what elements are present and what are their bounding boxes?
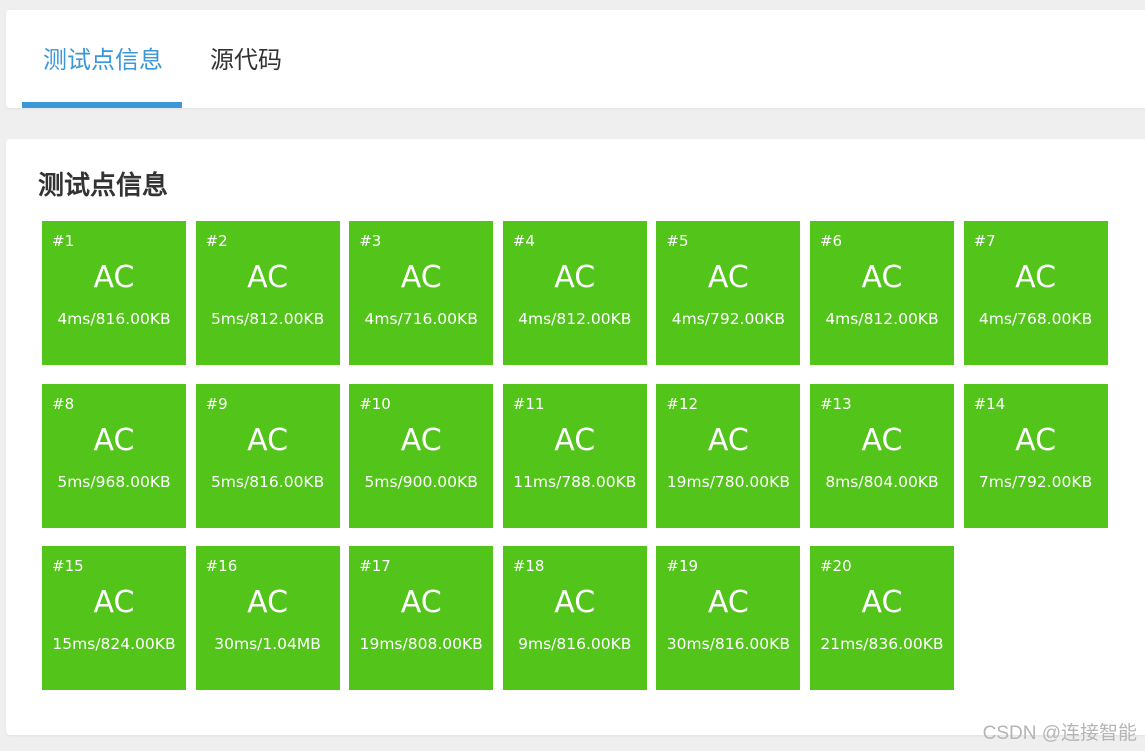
testcase-status: AC — [707, 260, 749, 295]
watermark: CSDN @连接智能 — [982, 723, 1137, 744]
testcase-status: AC — [247, 260, 289, 295]
testcase-status: AC — [247, 422, 289, 458]
testcase-cell[interactable]: #13 AC 8ms/804.00KB — [809, 383, 954, 528]
testcase-id: #18 — [512, 557, 545, 575]
testcase-id: #13 — [819, 394, 852, 413]
tab-bar: 测试点信息 源代码 — [6, 10, 1145, 108]
tab-source-code[interactable]: 源代码 — [210, 10, 282, 108]
testcase-cell[interactable]: #14 AC 7ms/792.00KB — [963, 383, 1108, 528]
testcase-cell[interactable]: #6 AC 4ms/812.00KB — [809, 221, 954, 365]
section-title: 测试点信息 — [38, 171, 169, 201]
testcase-time-memory: 8ms/804.00KB — [825, 472, 939, 491]
testcase-status: AC — [707, 585, 749, 620]
testcase-cell[interactable]: #18 AC 9ms/816.00KB — [502, 546, 647, 690]
testcase-time-memory: 5ms/968.00KB — [57, 472, 171, 491]
testcase-id: #19 — [666, 557, 699, 575]
testcase-time-memory: 11ms/788.00KB — [513, 472, 637, 491]
testcase-status: AC — [247, 585, 289, 620]
testcase-status: AC — [400, 260, 442, 295]
testcase-id: #4 — [512, 232, 535, 250]
testcase-time-memory: 21ms/836.00KB — [820, 635, 944, 653]
testcase-time-memory: 5ms/816.00KB — [210, 472, 325, 491]
testcase-id: #7 — [973, 232, 996, 250]
testcase-id: #12 — [666, 394, 699, 413]
testcase-id: #1 — [52, 232, 75, 250]
testcase-id: #11 — [512, 394, 545, 413]
testcase-cell[interactable]: #7 AC 4ms/768.00KB — [963, 221, 1108, 365]
testcase-grid: #1 AC 4ms/816.00KB #2 AC 5ms/812.00KB #3 AC 4ms/… — [42, 221, 1108, 690]
testcase-cell[interactable]: #8 AC 5ms/968.00KB — [42, 383, 186, 528]
testcase-id: #5 — [666, 232, 689, 250]
testcase-time-memory: 30ms/1.04MB — [214, 635, 321, 653]
tab-testcase-info[interactable]: 测试点信息 — [43, 10, 163, 108]
testcase-id: #6 — [819, 232, 843, 250]
testcase-cell[interactable]: #3 AC 4ms/716.00KB — [349, 221, 494, 365]
testcase-time-memory: 30ms/816.00KB — [666, 635, 790, 653]
testcase-time-memory: 9ms/816.00KB — [518, 635, 632, 653]
testcase-time-memory: 5ms/900.00KB — [364, 472, 478, 491]
testcase-id: #17 — [359, 557, 391, 575]
testcase-status: AC — [93, 585, 135, 620]
testcase-cell[interactable]: #19 AC 30ms/816.00KB — [656, 546, 801, 690]
active-tab-indicator — [22, 102, 182, 108]
testcase-panel: 测试点信息 #1 AC 4ms/816.00KB #2 AC 5ms/812.00KB #3… — [6, 139, 1145, 735]
testcase-cell[interactable]: #20 AC 21ms/836.00KB — [809, 546, 954, 690]
testcase-cell[interactable]: #1 AC 4ms/816.00KB — [42, 221, 186, 365]
testcase-cell[interactable]: #5 AC 4ms/792.00KB — [656, 221, 801, 365]
testcase-id: #8 — [52, 394, 75, 413]
testcase-status: AC — [554, 260, 596, 295]
testcase-id: #16 — [205, 557, 238, 575]
testcase-status: AC — [93, 260, 135, 295]
testcase-status: AC — [554, 422, 596, 458]
testcase-status: AC — [1015, 260, 1057, 295]
testcase-time-memory: 4ms/716.00KB — [364, 310, 478, 328]
testcase-id: #20 — [819, 557, 852, 575]
testcase-id: #14 — [973, 394, 1006, 413]
testcase-cell[interactable]: #10 AC 5ms/900.00KB — [349, 383, 494, 528]
testcase-id: #15 — [52, 557, 84, 575]
testcase-status: AC — [1015, 422, 1057, 458]
testcase-status: AC — [554, 585, 596, 620]
testcase-id: #10 — [359, 394, 391, 413]
testcase-status: AC — [400, 422, 442, 458]
testcase-time-memory: 5ms/812.00KB — [210, 310, 325, 328]
testcase-time-memory: 19ms/808.00KB — [359, 635, 483, 653]
testcase-cell[interactable]: #12 AC 19ms/780.00KB — [656, 383, 801, 528]
testcase-time-memory: 4ms/816.00KB — [57, 310, 171, 328]
testcase-id: #2 — [205, 232, 228, 250]
testcase-cell[interactable]: #11 AC 11ms/788.00KB — [502, 383, 647, 528]
testcase-time-memory: 19ms/780.00KB — [666, 472, 790, 491]
testcase-cell[interactable]: #2 AC 5ms/812.00KB — [195, 221, 340, 365]
testcase-time-memory: 4ms/812.00KB — [518, 310, 632, 328]
testcase-status: AC — [861, 422, 903, 458]
testcase-status: AC — [861, 260, 903, 295]
testcase-cell[interactable]: #16 AC 30ms/1.04MB — [195, 546, 340, 690]
testcase-time-memory: 15ms/824.00KB — [52, 635, 176, 653]
testcase-id: #3 — [359, 232, 382, 250]
testcase-status: AC — [93, 422, 135, 458]
testcase-time-memory: 4ms/812.00KB — [825, 310, 939, 328]
testcase-cell[interactable]: #4 AC 4ms/812.00KB — [502, 221, 647, 365]
testcase-status: AC — [861, 585, 903, 620]
testcase-time-memory: 7ms/792.00KB — [978, 472, 1093, 491]
testcase-status: AC — [400, 585, 442, 620]
testcase-cell[interactable]: #15 AC 15ms/824.00KB — [42, 546, 186, 690]
testcase-cell[interactable]: #9 AC 5ms/816.00KB — [195, 383, 340, 528]
testcase-cell[interactable]: #17 AC 19ms/808.00KB — [349, 546, 494, 690]
testcase-id: #9 — [205, 394, 228, 413]
testcase-time-memory: 4ms/792.00KB — [671, 310, 786, 328]
testcase-time-memory: 4ms/768.00KB — [978, 310, 1093, 328]
testcase-status: AC — [707, 422, 749, 458]
